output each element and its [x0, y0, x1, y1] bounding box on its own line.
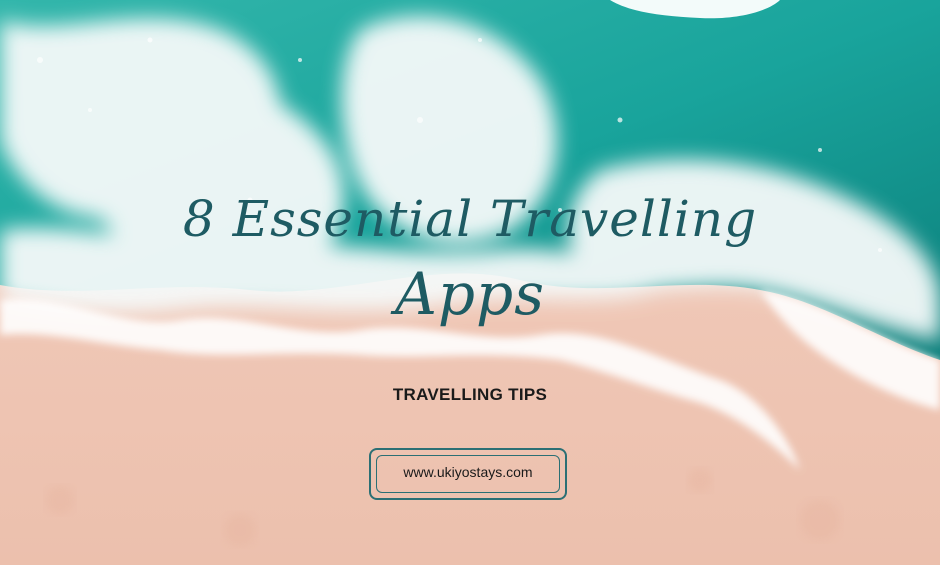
- category-label: TRAVELLING TIPS: [392, 385, 548, 404]
- website-url-badge[interactable]: www.ukiyostays.com: [369, 448, 567, 500]
- website-url-link[interactable]: www.ukiyostays.com: [371, 464, 565, 480]
- page-title-line-1: 8 Essential Travelling: [182, 190, 758, 248]
- page-title-line-2: Apps: [395, 260, 545, 328]
